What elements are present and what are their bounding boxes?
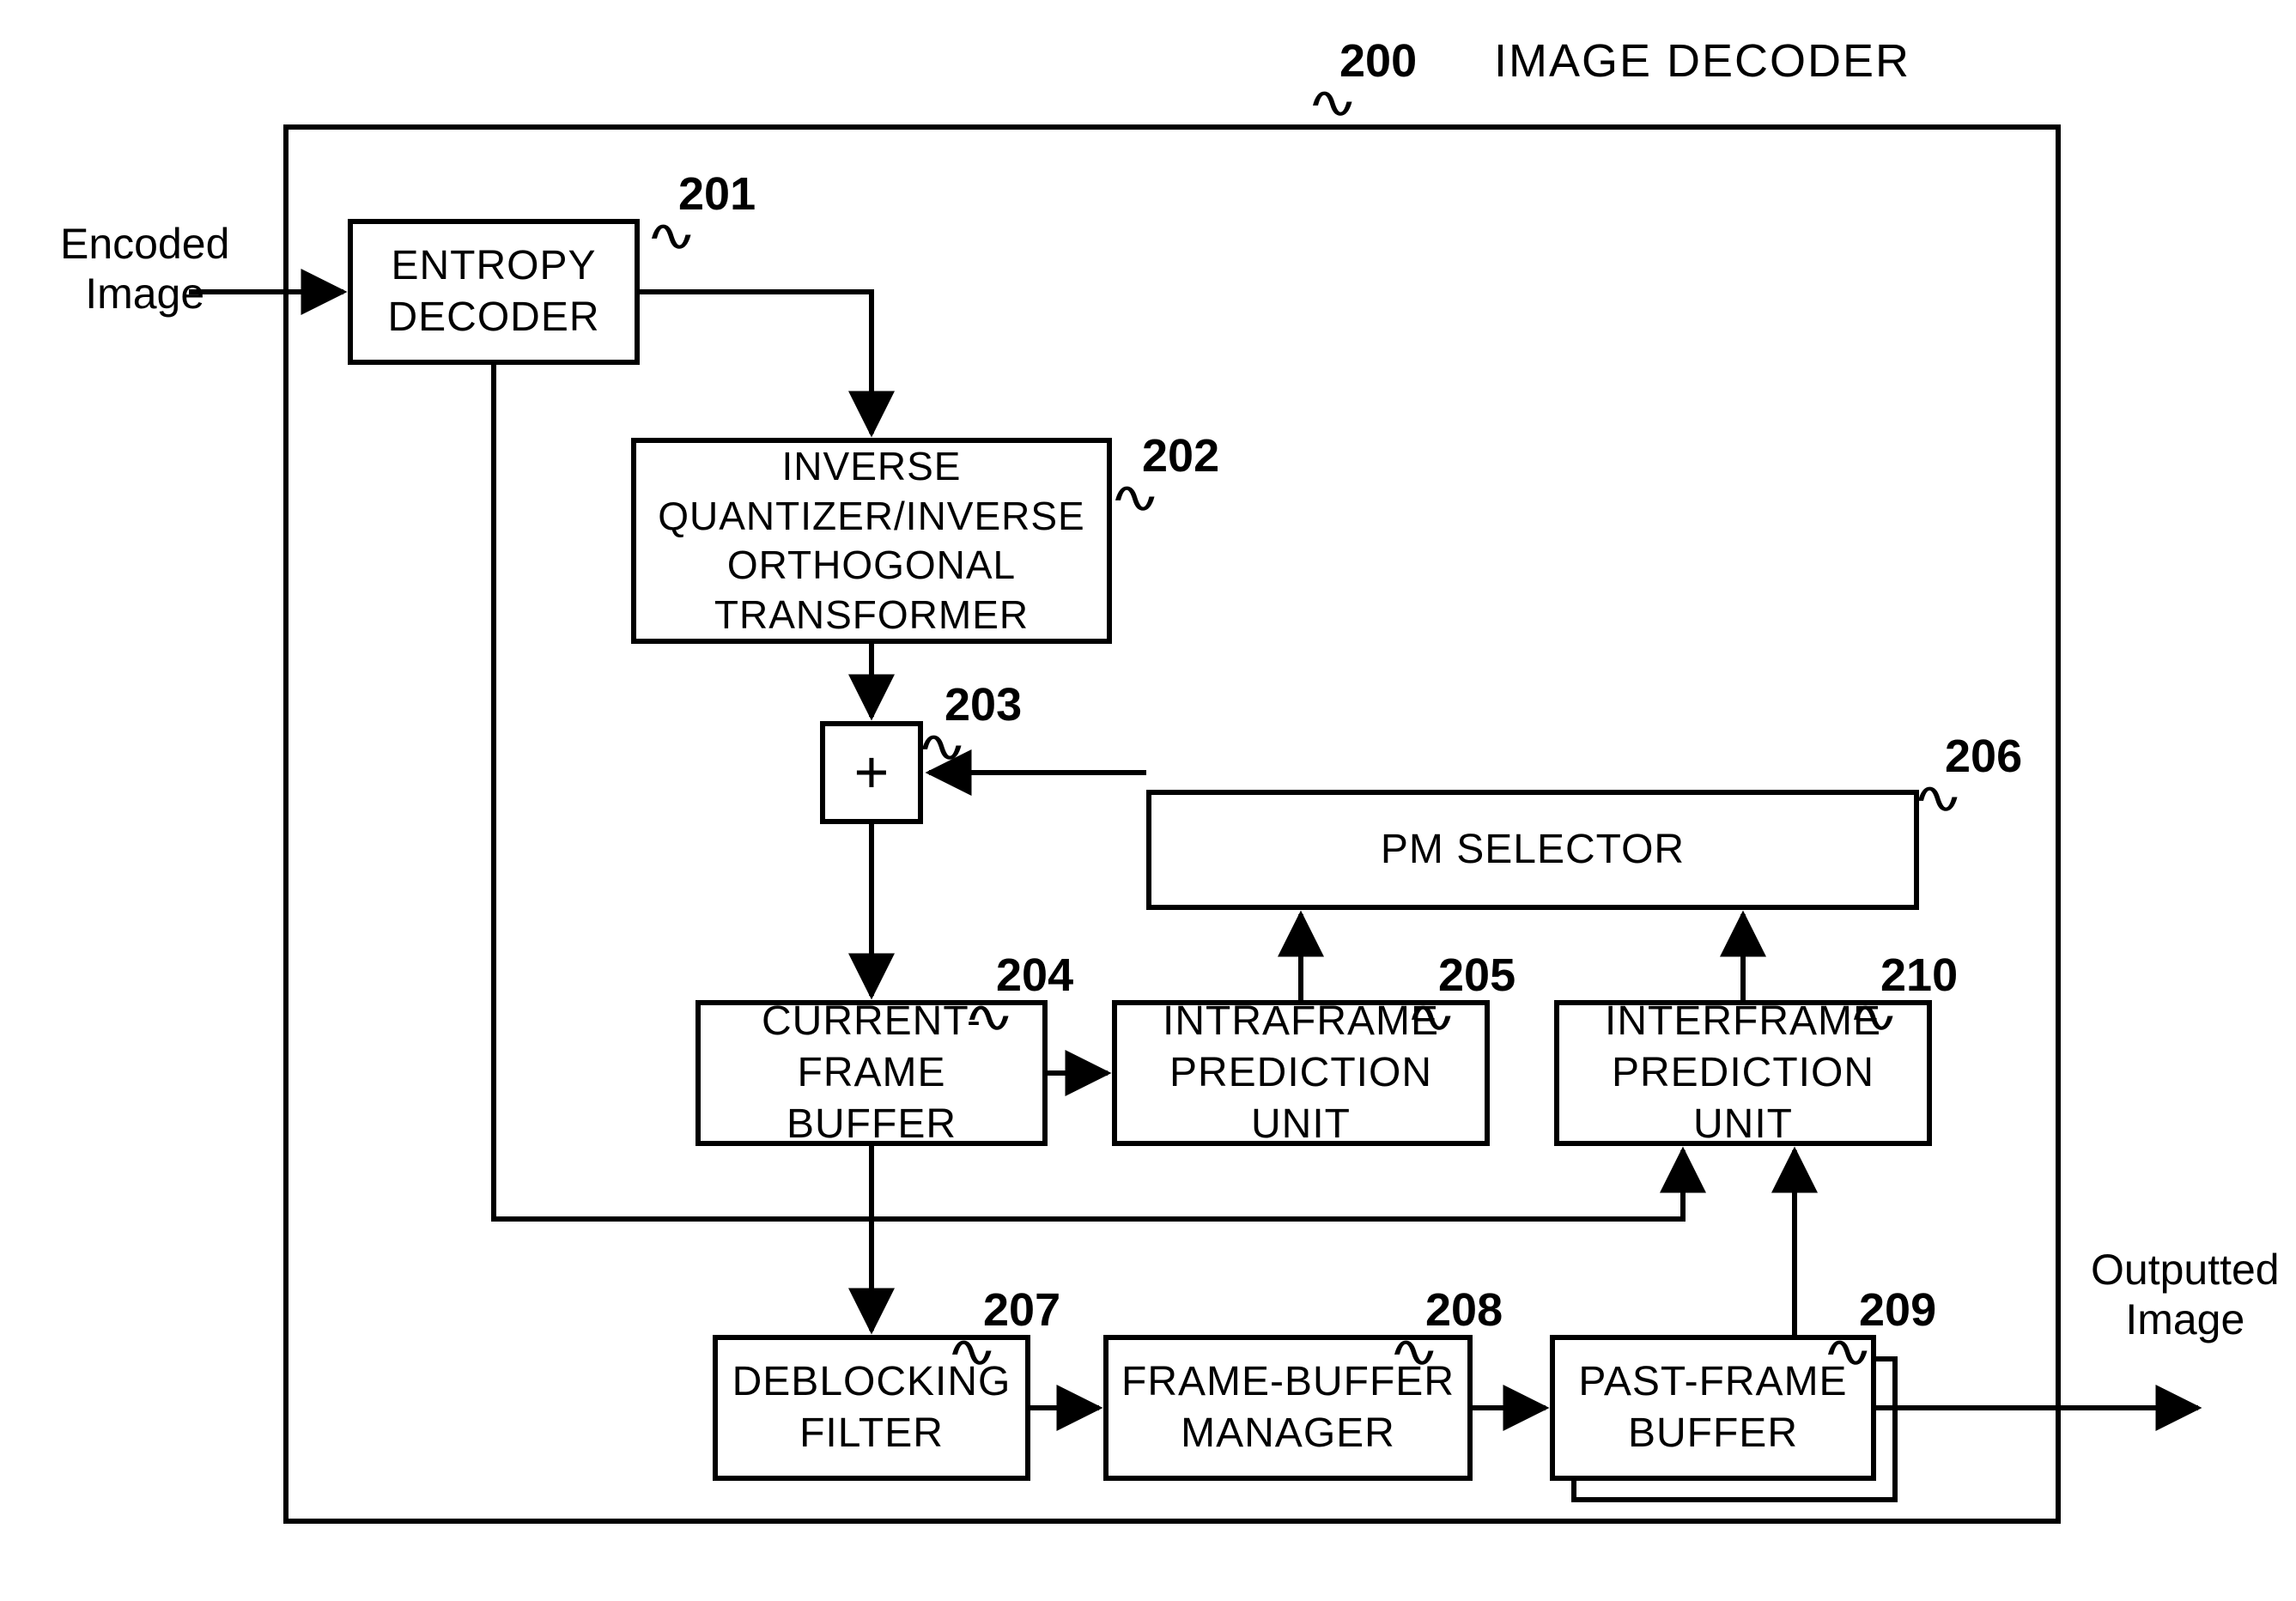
tilde-202: ∿ (1109, 472, 1161, 524)
tilde-201: ∿ (645, 210, 697, 262)
tilde-204: ∿ (963, 992, 1015, 1043)
block-adder-label: + (846, 730, 898, 816)
tilde-209: ∿ (1821, 1326, 1874, 1378)
output-label: Outputted Image (2091, 1245, 2280, 1344)
block-past-frame-buffer-label: PAST-FRAME BUFFER (1570, 1351, 1856, 1465)
tilde-205: ∿ (1405, 992, 1457, 1043)
diagram-canvas: 200 ∿ IMAGE DECODER Encoded Image Output… (0, 0, 2296, 1601)
tilde-200: ∿ (1306, 77, 1358, 129)
tilde-203: ∿ (915, 721, 968, 773)
tilde-207: ∿ (945, 1326, 998, 1378)
block-pm-selector: PM SELECTOR (1146, 790, 1919, 910)
block-entropy-decoder-label: ENTROPY DECODER (379, 235, 608, 349)
block-adder: + (820, 721, 923, 824)
input-label: Encoded Image (60, 219, 229, 318)
block-inverse-quantizer: INVERSE QUANTIZER/INVERSE ORTHOGONAL TRA… (631, 438, 1112, 644)
tilde-210: ∿ (1847, 992, 1899, 1043)
diagram-title: IMAGE DECODER (1494, 34, 1910, 88)
block-entropy-decoder: ENTROPY DECODER (348, 219, 640, 365)
block-pm-selector-label: PM SELECTOR (1372, 819, 1693, 881)
block-inverse-quantizer-label: INVERSE QUANTIZER/INVERSE ORTHOGONAL TRA… (649, 437, 1094, 645)
tilde-206: ∿ (1911, 773, 1964, 824)
tilde-208: ∿ (1388, 1326, 1440, 1378)
